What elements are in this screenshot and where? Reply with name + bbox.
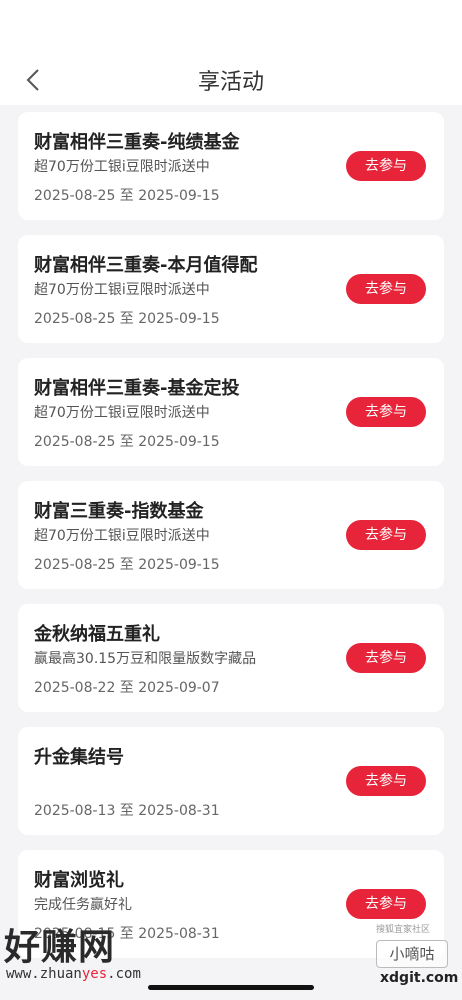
activity-desc: 超70万份工银i豆限时派送中	[34, 159, 210, 175]
activity-date: 2025-08-25 至 2025-09-15	[34, 188, 220, 204]
activity-name: 财富相伴三重奏-基金定投	[34, 378, 240, 399]
watermark-right-caption: 搜狐宜家社区	[376, 925, 431, 935]
join-button[interactable]: 去参与	[346, 151, 426, 181]
watermark-url-left: www.zhuanyes.com	[6, 966, 141, 982]
home-indicator	[148, 985, 314, 990]
activity-date: 2025-08-25 至 2025-09-15	[34, 434, 220, 450]
activity-desc: 超70万份工银i豆限时派送中	[34, 528, 210, 544]
activity-name: 财富三重奏-指数基金	[34, 501, 204, 522]
activity-date: 2025-08-22 至 2025-09-07	[34, 680, 220, 696]
join-button[interactable]: 去参与	[346, 397, 426, 427]
activity-desc: 超70万份工银i豆限时派送中	[34, 405, 210, 421]
watermark-right-logo: 小嘀咕	[376, 940, 448, 968]
watermark-right-url: xdgit.com	[380, 970, 459, 986]
activity-card[interactable]: 财富相伴三重奏-基金定投 超70万份工银i豆限时派送中 2025-08-25 至…	[18, 358, 444, 466]
activity-list: 财富相伴三重奏-纯绩基金 超70万份工银i豆限时派送中 2025-08-25 至…	[18, 112, 444, 973]
watermark-logo-left: 好赚网	[4, 927, 116, 968]
activity-card[interactable]: 金秋纳福五重礼 赢最高30.15万豆和限量版数字藏品 2025-08-22 至 …	[18, 604, 444, 712]
activity-date: 2025-08-25 至 2025-09-15	[34, 557, 220, 573]
activity-name: 财富相伴三重奏-本月值得配	[34, 255, 258, 276]
activity-card[interactable]: 财富三重奏-指数基金 超70万份工银i豆限时派送中 2025-08-25 至 2…	[18, 481, 444, 589]
activity-desc: 赢最高30.15万豆和限量版数字藏品	[34, 651, 257, 667]
join-button[interactable]: 去参与	[346, 766, 426, 796]
activity-date: 2025-08-13 至 2025-08-31	[34, 803, 220, 819]
activity-name: 金秋纳福五重礼	[34, 624, 160, 645]
join-button[interactable]: 去参与	[346, 643, 426, 673]
join-button[interactable]: 去参与	[346, 889, 426, 919]
activity-name: 升金集结号	[34, 747, 124, 768]
watermark-url-part: www.zhuan	[6, 966, 82, 982]
activity-desc: 超70万份工银i豆限时派送中	[34, 282, 210, 298]
join-button[interactable]: 去参与	[346, 520, 426, 550]
join-button[interactable]: 去参与	[346, 274, 426, 304]
activity-name: 财富浏览礼	[34, 870, 124, 891]
watermark-url-part: yes	[81, 966, 108, 982]
page-title: 享活动	[197, 70, 264, 95]
activity-card[interactable]: 财富相伴三重奏-本月值得配 超70万份工银i豆限时派送中 2025-08-25 …	[18, 235, 444, 343]
top-bar: 享活动	[0, 0, 462, 105]
activity-card[interactable]: 财富相伴三重奏-纯绩基金 超70万份工银i豆限时派送中 2025-08-25 至…	[18, 112, 444, 220]
activity-date: 2025-08-25 至 2025-09-15	[34, 311, 220, 327]
watermark-url-part: .com	[107, 966, 141, 982]
activity-card[interactable]: 升金集结号 2025-08-13 至 2025-08-31 去参与	[18, 727, 444, 835]
activity-desc: 完成任务赢好礼	[34, 897, 132, 913]
activity-name: 财富相伴三重奏-纯绩基金	[34, 132, 240, 153]
